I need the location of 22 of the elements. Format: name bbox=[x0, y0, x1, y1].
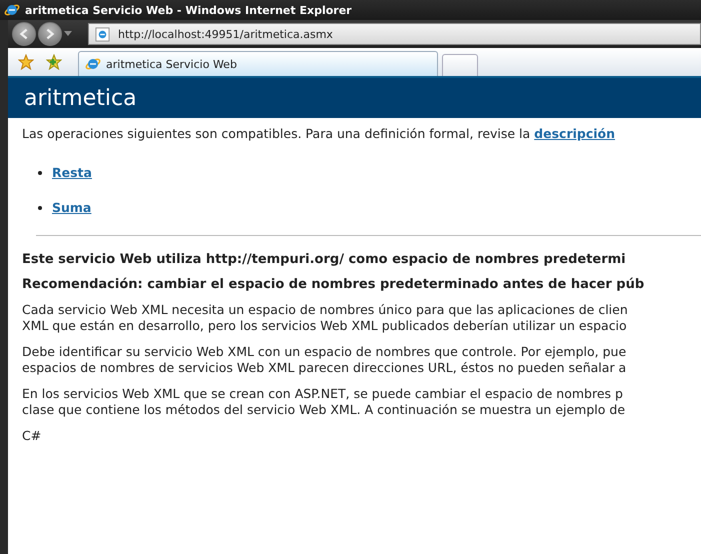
paragraph: En los servicios Web XML que se crean con ASP.NET, se puede cambiar el espacio de nombres p clase que contiene los métodos del servicio Web XML. A continuación se muestra un ejemplo de bbox=[22, 386, 626, 418]
forward-button[interactable] bbox=[38, 22, 62, 46]
paragraph: Cada servicio Web XML necesita un espacio de nombres único para que las aplicaciones de clien XML que están en desarrollo, pero los servicios Web XML publicados deberían utilizar un espacio bbox=[22, 302, 629, 334]
operation-link[interactable]: Resta bbox=[52, 165, 92, 180]
intro-text: Las operaciones siguientes son compatibles. Para una definición formal, revise la descripción bbox=[22, 126, 616, 141]
bullet-icon bbox=[38, 206, 42, 210]
address-field[interactable]: http://localhost:49951/aritmetica.asmx bbox=[88, 23, 701, 45]
code-language-label: C# bbox=[22, 428, 42, 444]
operation-link[interactable]: Suma bbox=[52, 200, 92, 215]
browser-tab[interactable]: aritmetica Servicio Web bbox=[78, 51, 438, 76]
dropdown-icon[interactable] bbox=[64, 31, 72, 37]
page-heading: aritmetica bbox=[24, 86, 137, 110]
browser-icon bbox=[4, 2, 20, 18]
paragraph: Debe identificar su servicio Web XML con un espacio de nombres que controle. Por ejemplo, pue espacios de nombres de servicios Web XML parecen direcciones URL, éstos no pueden señalar a bbox=[22, 344, 628, 376]
window-title: aritmetica Servicio Web - Windows Internet Explorer bbox=[25, 4, 352, 16]
back-button[interactable] bbox=[12, 22, 36, 46]
browser-icon bbox=[85, 56, 101, 72]
description-link[interactable]: descripción bbox=[534, 126, 616, 141]
bullet-icon bbox=[38, 170, 42, 174]
notice-text: Recomendación: cambiar el espacio de nombres predeterminado antes de hacer púb bbox=[22, 277, 646, 292]
page-icon bbox=[95, 26, 110, 42]
notice-text: Este servicio Web utiliza http://tempuri.org/ como espacio de nombres predetermi bbox=[22, 252, 627, 267]
